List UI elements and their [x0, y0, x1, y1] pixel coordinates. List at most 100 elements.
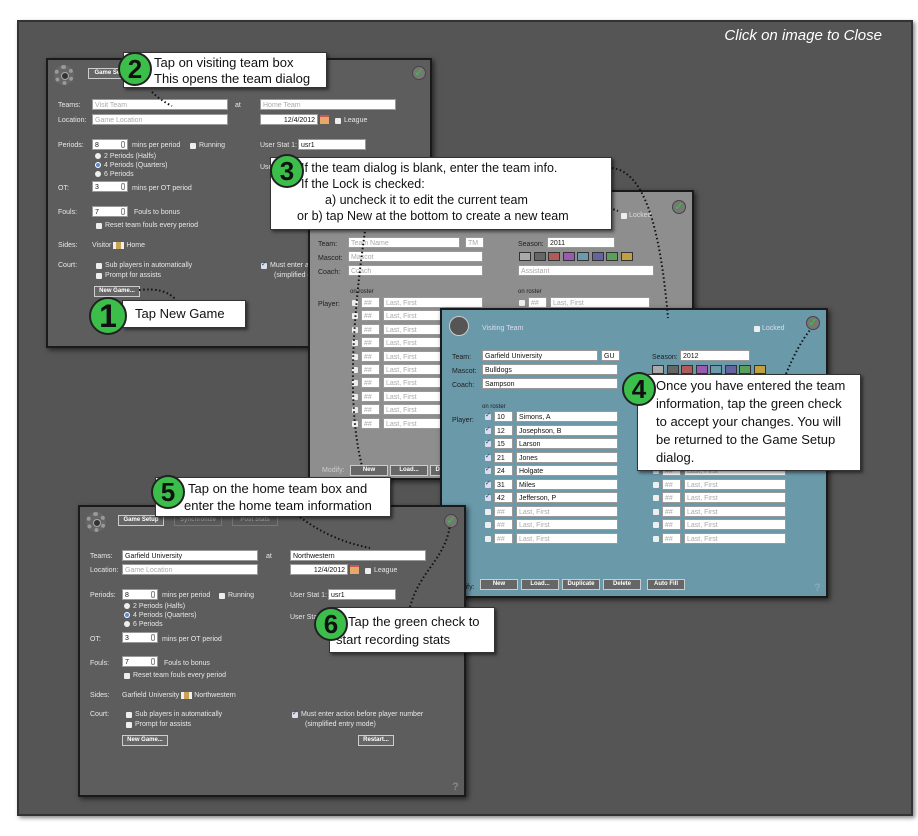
player-number-input[interactable]: ##: [662, 532, 681, 544]
coach-input[interactable]: Coach: [348, 265, 483, 276]
on-roster-checkbox[interactable]: [485, 465, 491, 474]
color-swatch[interactable]: [710, 365, 722, 374]
gear-icon[interactable]: [86, 512, 106, 532]
player-number-input[interactable]: ##: [662, 478, 681, 490]
green-check-icon[interactable]: ✓: [444, 514, 458, 528]
radio-6-periods[interactable]: [124, 621, 130, 627]
visit-team-input[interactable]: Garfield University: [122, 550, 258, 561]
player-name-input[interactable]: Last, First: [516, 505, 618, 517]
modify-button-load[interactable]: Load...: [390, 465, 428, 476]
color-swatch[interactable]: [724, 365, 737, 374]
on-roster-checkbox[interactable]: [485, 508, 491, 515]
radio-4-periods[interactable]: [124, 612, 130, 618]
color-swatch[interactable]: [533, 252, 546, 261]
running-checkbox[interactable]: [190, 143, 196, 149]
player-number-input[interactable]: ##: [361, 390, 380, 402]
team-abbr-input[interactable]: TM: [465, 237, 484, 248]
on-roster-checkbox[interactable]: [352, 340, 358, 347]
player-name-input[interactable]: Last, First: [516, 519, 618, 530]
color-swatch[interactable]: [577, 252, 589, 261]
player-name-input[interactable]: Simons, A: [516, 411, 618, 422]
must-enter-checkbox[interactable]: [261, 260, 267, 269]
league-checkbox[interactable]: [335, 118, 341, 124]
player-name-input[interactable]: Last, First: [684, 519, 786, 530]
on-roster-checkbox[interactable]: [653, 481, 659, 488]
modify-button-duplicate[interactable]: Duplicate: [562, 579, 600, 590]
periods-stepper[interactable]: 8: [122, 589, 158, 600]
stepper-icon[interactable]: [151, 591, 155, 598]
assistant-input[interactable]: Assistant: [518, 265, 654, 276]
sub-auto-checkbox[interactable]: [126, 712, 132, 718]
color-swatch[interactable]: [548, 252, 560, 261]
player-number-input[interactable]: ##: [361, 323, 380, 335]
player-number-input[interactable]: ##: [361, 404, 380, 416]
modify-button-load[interactable]: Load...: [521, 579, 559, 590]
radio-6-periods[interactable]: [95, 171, 101, 177]
player-name-input[interactable]: Josephson, B: [516, 424, 618, 436]
swap-sides-icon[interactable]: [181, 691, 193, 699]
prompt-assists-checkbox[interactable]: [96, 273, 102, 279]
color-swatch[interactable]: [652, 365, 664, 374]
radio-4-periods[interactable]: [95, 162, 101, 168]
help-icon[interactable]: ?: [814, 582, 821, 594]
player-number-input[interactable]: 10: [494, 411, 513, 422]
player-number-input[interactable]: 21: [494, 451, 513, 463]
player-number-input[interactable]: ##: [361, 310, 380, 322]
player-name-input[interactable]: Last, First: [684, 478, 786, 490]
stepper-icon[interactable]: [121, 208, 125, 215]
on-roster-checkbox[interactable]: [653, 522, 659, 528]
team-abbr-input[interactable]: GU: [601, 350, 620, 361]
player-number-input[interactable]: 31: [494, 478, 513, 490]
color-swatch[interactable]: [753, 365, 766, 374]
modify-button-autofill[interactable]: Auto Fill: [647, 579, 685, 590]
green-check-icon[interactable]: ✓: [672, 200, 686, 214]
on-roster-checkbox[interactable]: [519, 300, 525, 306]
player-number-input[interactable]: ##: [361, 297, 380, 308]
player-name-input[interactable]: Last, First: [516, 532, 618, 544]
on-roster-checkbox[interactable]: [653, 535, 659, 542]
close-hint[interactable]: Click on image to Close: [724, 27, 882, 44]
radio-2-periods[interactable]: [124, 603, 130, 609]
calendar-icon[interactable]: [350, 565, 359, 574]
player-number-input[interactable]: 42: [494, 492, 513, 503]
location-input[interactable]: Game Location: [92, 114, 228, 125]
help-icon[interactable]: ?: [452, 781, 459, 793]
player-number-input[interactable]: ##: [361, 364, 380, 375]
color-swatch[interactable]: [681, 365, 693, 374]
reset-fouls-checkbox[interactable]: [124, 673, 130, 679]
player-number-input[interactable]: ##: [494, 532, 513, 544]
player-number-input[interactable]: ##: [494, 519, 513, 530]
player-number-input[interactable]: ##: [361, 350, 380, 362]
stepper-icon[interactable]: [151, 658, 155, 665]
player-name-input[interactable]: Last, First: [383, 297, 483, 308]
stepper-icon[interactable]: [151, 634, 155, 641]
player-name-input[interactable]: Miles: [516, 478, 618, 490]
on-roster-checkbox[interactable]: [352, 353, 358, 360]
player-name-input[interactable]: Last, First: [684, 492, 786, 503]
color-swatch[interactable]: [739, 365, 751, 374]
must-enter-checkbox[interactable]: [292, 709, 298, 718]
player-number-input[interactable]: ##: [361, 417, 380, 429]
player-number-input[interactable]: ##: [662, 492, 681, 503]
player-name-input[interactable]: Last, First: [684, 532, 786, 544]
fouls-stepper[interactable]: 7: [122, 656, 158, 667]
season-input[interactable]: 2011: [547, 237, 615, 248]
user-stat1-input[interactable]: usr1: [298, 139, 366, 150]
mascot-input[interactable]: Mascot: [348, 251, 483, 262]
on-roster-checkbox[interactable]: [485, 452, 491, 461]
reset-fouls-checkbox[interactable]: [96, 223, 102, 229]
modify-button-new[interactable]: New: [480, 579, 518, 590]
color-swatch[interactable]: [606, 252, 618, 261]
periods-stepper[interactable]: 8: [92, 139, 128, 150]
color-swatch[interactable]: [519, 252, 531, 261]
player-number-input[interactable]: 24: [494, 465, 513, 476]
modify-button-delete[interactable]: Delete: [603, 579, 641, 590]
player-name-input[interactable]: Larson: [516, 438, 618, 449]
player-number-input[interactable]: ##: [662, 519, 681, 530]
calendar-icon[interactable]: [320, 115, 329, 124]
avatar[interactable]: [449, 316, 469, 336]
home-team-input[interactable]: Home Team: [260, 99, 396, 110]
new-game-button[interactable]: New Game...: [122, 735, 168, 746]
on-roster-checkbox[interactable]: [352, 313, 358, 320]
on-roster-checkbox[interactable]: [352, 300, 358, 306]
